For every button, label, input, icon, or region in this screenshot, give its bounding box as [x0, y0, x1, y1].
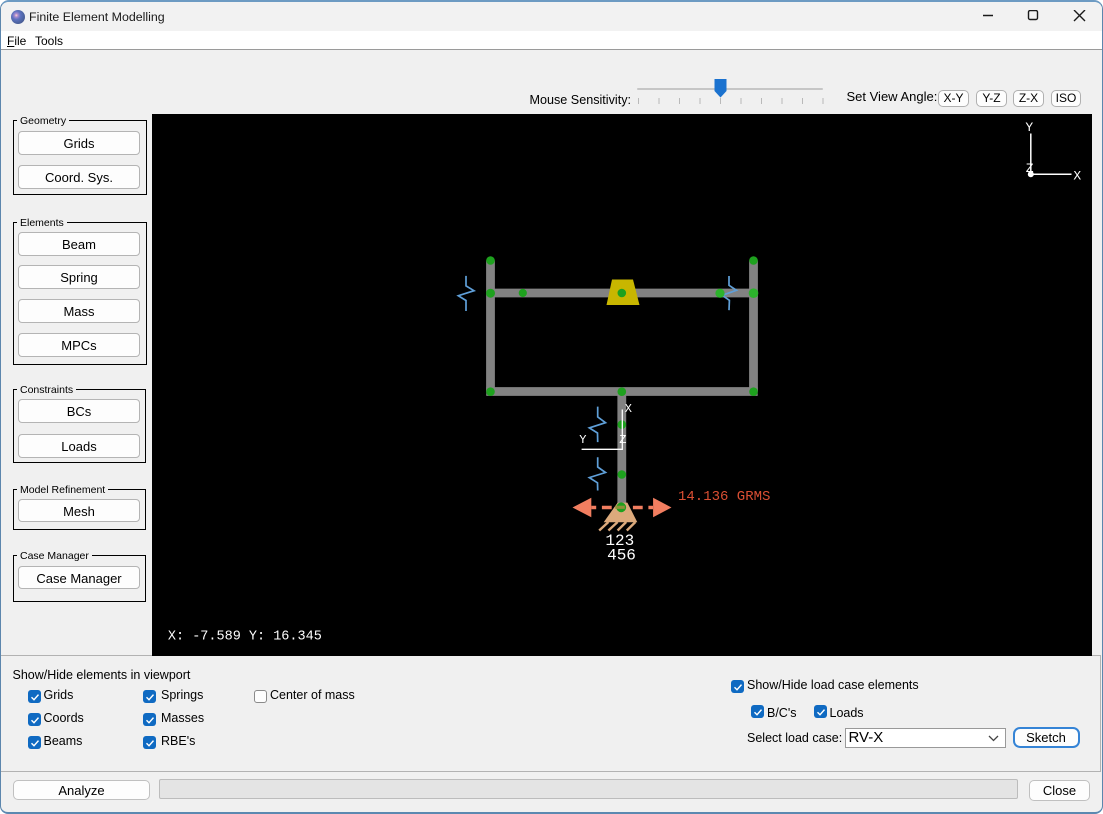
svg-text:Y: Y — [1025, 120, 1033, 135]
svg-text:456: 456 — [607, 547, 636, 565]
svg-text:X: -7.589 Y: 16.345: X: -7.589 Y: 16.345 — [168, 630, 322, 645]
svg-text:Y: Y — [579, 433, 586, 447]
svg-text:Z: Z — [619, 433, 626, 447]
svg-text:X: X — [1073, 169, 1081, 184]
svg-text:Z: Z — [1026, 161, 1034, 176]
svg-text:X: X — [625, 402, 632, 416]
svg-text:14.136 GRMS: 14.136 GRMS — [678, 489, 770, 505]
